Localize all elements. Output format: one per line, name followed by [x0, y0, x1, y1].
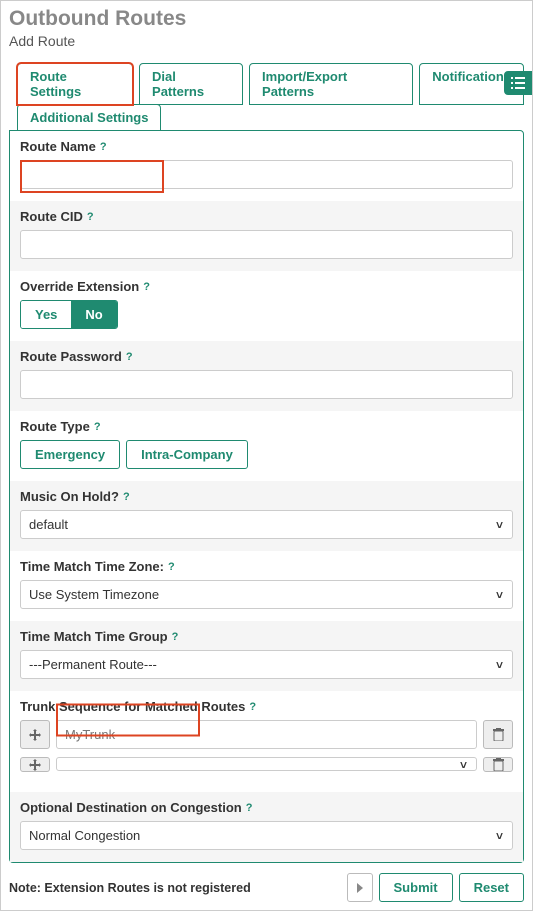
field-route-type: Route Type? Emergency Intra-Company	[10, 411, 523, 481]
opt-dest-select[interactable]: Normal Congestion	[20, 821, 513, 850]
field-music-on-hold: Music On Hold?? default	[10, 481, 523, 551]
route-cid-label: Route CID	[20, 209, 83, 224]
side-list-button[interactable]	[504, 71, 532, 95]
trunk-select-1[interactable]	[56, 757, 477, 771]
trunk-seq-label: Trunk Sequence for Matched Routes	[20, 699, 245, 714]
trash-icon	[493, 728, 504, 741]
move-icon	[29, 759, 41, 771]
footer-arrow-button[interactable]	[347, 873, 373, 902]
time-zone-label: Time Match Time Zone:	[20, 559, 164, 574]
drag-handle[interactable]	[20, 757, 50, 772]
help-icon[interactable]: ?	[87, 211, 94, 223]
field-time-group: Time Match Time Group? ---Permanent Rout…	[10, 621, 523, 691]
tab-import-export[interactable]: Import/Export Patterns	[249, 63, 413, 105]
help-icon[interactable]: ?	[246, 802, 253, 814]
field-trunk-sequence: Trunk Sequence for Matched Routes? MyTru…	[10, 691, 523, 792]
music-on-hold-select[interactable]: default	[20, 510, 513, 539]
music-on-hold-label: Music On Hold?	[20, 489, 119, 504]
tabs-row: Route Settings Dial Patterns Import/Expo…	[9, 63, 524, 105]
field-route-name: Route Name?	[10, 131, 523, 201]
route-type-emergency-button[interactable]: Emergency	[20, 440, 120, 469]
field-route-password: Route Password?	[10, 341, 523, 411]
route-password-input[interactable]	[20, 370, 513, 399]
override-yes-button[interactable]: Yes	[21, 301, 71, 328]
route-name-input[interactable]	[20, 160, 513, 189]
time-group-label: Time Match Time Group	[20, 629, 168, 644]
move-icon	[29, 729, 41, 741]
drag-handle[interactable]	[20, 720, 50, 749]
help-icon[interactable]: ?	[94, 421, 101, 433]
field-override-extension: Override Extension? Yes No	[10, 271, 523, 341]
route-type-label: Route Type	[20, 419, 90, 434]
field-route-cid: Route CID?	[10, 201, 523, 271]
override-no-button[interactable]: No	[71, 301, 116, 328]
route-password-label: Route Password	[20, 349, 122, 364]
time-zone-select[interactable]: Use System Timezone	[20, 580, 513, 609]
trash-icon	[493, 758, 504, 771]
trunk-delete-button[interactable]	[483, 720, 513, 749]
route-type-intra-button[interactable]: Intra-Company	[126, 440, 248, 469]
field-time-zone: Time Match Time Zone:? Use System Timezo…	[10, 551, 523, 621]
trunk-row	[20, 757, 513, 772]
footer-note: Note: Extension Routes is not registered	[9, 881, 251, 895]
chevron-right-icon	[355, 883, 365, 893]
help-icon[interactable]: ?	[126, 351, 133, 363]
tab-additional-settings[interactable]: Additional Settings	[17, 104, 161, 131]
footer: Note: Extension Routes is not registered…	[9, 867, 524, 902]
list-icon	[511, 77, 525, 89]
route-name-label: Route Name	[20, 139, 96, 154]
time-group-select[interactable]: ---Permanent Route---	[20, 650, 513, 679]
help-icon[interactable]: ?	[172, 631, 179, 643]
page-subtitle: Add Route	[9, 33, 524, 49]
help-icon[interactable]: ?	[168, 561, 175, 573]
route-cid-input[interactable]	[20, 230, 513, 259]
field-optional-destination: Optional Destination on Congestion? Norm…	[10, 792, 523, 862]
help-icon[interactable]: ?	[100, 141, 107, 153]
settings-panel: Route Name? Route CID? Override Extensio…	[9, 130, 524, 863]
override-ext-toggle: Yes No	[20, 300, 118, 329]
tab-route-settings[interactable]: Route Settings	[17, 63, 133, 105]
trunk-select-0[interactable]: MyTrunk	[56, 720, 477, 749]
override-ext-label: Override Extension	[20, 279, 139, 294]
submit-button[interactable]: Submit	[379, 873, 453, 902]
tab-dial-patterns[interactable]: Dial Patterns	[139, 63, 243, 105]
help-icon[interactable]: ?	[249, 701, 256, 713]
trunk-row: MyTrunk	[20, 720, 513, 749]
opt-dest-label: Optional Destination on Congestion	[20, 800, 242, 815]
help-icon[interactable]: ?	[123, 491, 130, 503]
page-title: Outbound Routes	[9, 7, 524, 31]
help-icon[interactable]: ?	[143, 281, 150, 293]
trunk-delete-button[interactable]	[483, 757, 513, 772]
reset-button[interactable]: Reset	[459, 873, 524, 902]
